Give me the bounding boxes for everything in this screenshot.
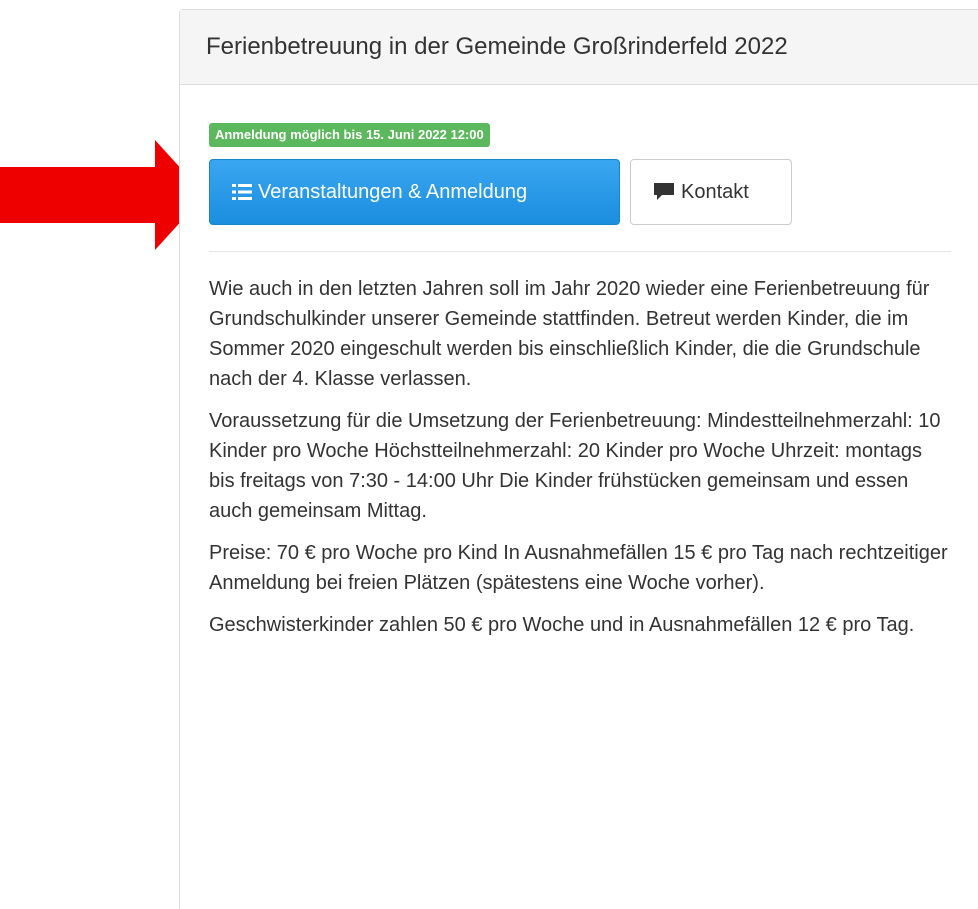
requirements-paragraph: Voraussetzung für die Umsetzung der Feri… <box>209 410 941 522</box>
events-registration-label: Veranstaltungen & Anmeldung <box>258 180 528 203</box>
description-paragraph: Wie auch in den letzten Jahren soll im J… <box>209 278 930 390</box>
speech-bubble-icon <box>653 182 675 202</box>
prices-paragraph: Preise: 70 € pro Woche pro Kind In Ausna… <box>209 542 948 594</box>
panel-heading: Ferienbetreuung in der Gemeinde Großrind… <box>180 10 978 85</box>
contact-button[interactable]: Kontakt <box>630 159 792 225</box>
action-buttons: Veranstaltungen & Anmeldung Kontakt <box>209 159 951 225</box>
panel-body: Anmeldung möglich bis 15. Juni 2022 12:0… <box>180 85 967 640</box>
events-registration-button[interactable]: Veranstaltungen & Anmeldung <box>209 159 620 225</box>
event-panel: Ferienbetreuung in der Gemeinde Großrind… <box>179 9 978 909</box>
page-title: Ferienbetreuung in der Gemeinde Großrind… <box>206 33 788 60</box>
description: Wie auch in den letzten Jahren soll im J… <box>209 274 951 640</box>
red-arrow-annotation <box>0 140 205 250</box>
divider <box>209 251 951 252</box>
registration-deadline-badge: Anmeldung möglich bis 15. Juni 2022 12:0… <box>209 123 490 147</box>
contact-label: Kontakt <box>681 180 749 203</box>
list-icon <box>232 183 252 201</box>
siblings-paragraph: Geschwisterkinder zahlen 50 € pro Woche … <box>209 614 915 636</box>
